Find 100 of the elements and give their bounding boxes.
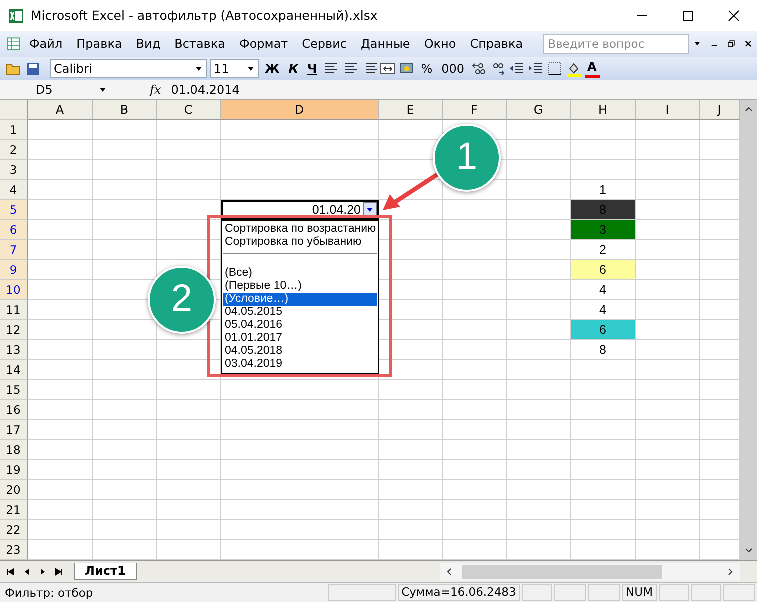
menu-item[interactable]: Данные	[361, 37, 410, 52]
table-cell: 6	[571, 260, 636, 280]
column-header[interactable]: A	[28, 100, 93, 120]
dropdown-arrow-icon[interactable]	[694, 40, 702, 48]
row-header[interactable]: 15	[0, 380, 28, 400]
column-header[interactable]: E	[379, 100, 443, 120]
percent-button[interactable]: %	[418, 58, 436, 79]
status-panel	[691, 584, 722, 602]
dropdown-arrow-icon	[366, 206, 374, 214]
status-panel	[588, 584, 620, 602]
column-header[interactable]: G	[507, 100, 571, 120]
column-header[interactable]: C	[157, 100, 221, 120]
step-marker: 2	[148, 266, 216, 334]
row-header[interactable]: 9	[0, 260, 28, 280]
row-header[interactable]: 21	[0, 500, 28, 520]
row-header[interactable]: 12	[0, 320, 28, 340]
close-icon[interactable]	[728, 10, 740, 22]
dropdown-item[interactable]: 04.05.2015	[223, 306, 377, 319]
increase-decimal-icon[interactable]	[470, 60, 487, 77]
save-icon[interactable]	[25, 60, 41, 77]
table-cell: 4	[571, 280, 636, 300]
dropdown-item[interactable]: 05.04.2016	[223, 318, 377, 332]
num-lock-indicator: NUM	[622, 584, 657, 602]
menu-item[interactable]: Окно	[424, 37, 456, 52]
status-panel	[522, 584, 552, 602]
row-header[interactable]: 7	[0, 240, 28, 260]
maximize-icon[interactable]	[682, 10, 694, 22]
column-header[interactable]: B	[93, 100, 157, 120]
row-header[interactable]: 11	[0, 300, 28, 320]
row-header[interactable]: 5	[0, 200, 28, 220]
status-panel	[659, 584, 690, 602]
column-header[interactable]: J	[700, 100, 740, 120]
excel-logo-icon	[8, 8, 24, 24]
status-panel	[554, 584, 586, 602]
row-header[interactable]: 4	[0, 180, 28, 200]
dropdown-item[interactable]: Сортировка по убыванию	[223, 236, 377, 249]
row-header[interactable]: 13	[0, 340, 28, 360]
fill-color-icon[interactable]	[566, 60, 582, 77]
close-icon[interactable]	[745, 40, 752, 48]
column-header[interactable]: D	[221, 100, 379, 120]
column-header[interactable]: I	[636, 100, 700, 120]
row-header[interactable]: 16	[0, 400, 28, 420]
column-header[interactable]: H	[571, 100, 636, 120]
font-name-field[interactable]: Calibri	[50, 59, 207, 78]
first-sheet-icon[interactable]	[6, 566, 16, 577]
row-header[interactable]: 1	[0, 120, 28, 140]
table-cell: 3	[571, 220, 636, 240]
help-search-field[interactable]: Введите вопрос	[543, 34, 690, 54]
vertical-scrollbar[interactable]	[740, 100, 757, 560]
menu-item[interactable]: Файл	[29, 37, 63, 52]
row-header[interactable]: 10	[0, 280, 28, 300]
status-panel	[328, 584, 396, 602]
row-header[interactable]: 17	[0, 420, 28, 440]
italic-button[interactable]: К	[286, 58, 302, 79]
workbook-icon[interactable]	[6, 35, 22, 54]
last-sheet-icon[interactable]	[54, 566, 64, 577]
table-cell: 8	[571, 340, 636, 360]
menu-item[interactable]: Сервис	[302, 37, 348, 52]
thousands-button[interactable]: 000	[438, 58, 468, 79]
menu-item[interactable]: Формат	[239, 37, 288, 52]
status-text: Фильтр: отбор	[4, 586, 94, 600]
dropdown-item[interactable]: 04.05.2018	[223, 344, 377, 358]
sheet-tab[interactable]: Лист1	[74, 563, 137, 580]
dropdown-item[interactable]: (Все)	[223, 266, 377, 280]
table-cell: 4	[571, 300, 636, 320]
row-header[interactable]: 20	[0, 480, 28, 500]
menu-item[interactable]: Вставка	[174, 37, 226, 52]
dropdown-arrow-icon[interactable]	[247, 64, 255, 73]
row-header[interactable]: 2	[0, 140, 28, 160]
merge-cells-icon[interactable]	[380, 60, 396, 77]
table-cell: 1	[571, 180, 636, 200]
row-header[interactable]: 22	[0, 520, 28, 540]
dropdown-item[interactable]: (Первые 10…)	[223, 280, 377, 293]
dropdown-arrow-icon[interactable]	[99, 86, 107, 94]
row-header[interactable]: 18	[0, 440, 28, 460]
menu-item[interactable]: Справка	[470, 37, 524, 52]
step-marker: 1	[433, 124, 501, 192]
function-label[interactable]: fx	[150, 82, 162, 97]
horizontal-scrollbar[interactable]	[440, 562, 740, 581]
row-header[interactable]: 19	[0, 460, 28, 480]
window-title: Microsoft Excel - автофильтр (Автосохраненный).xlsx	[31, 8, 379, 24]
row-header[interactable]: 14	[0, 360, 28, 380]
dropdown-item[interactable]: (Условие…)	[223, 292, 377, 306]
column-header[interactable]: F	[443, 100, 507, 120]
menu-item[interactable]: Правка	[76, 37, 122, 52]
row-header[interactable]: 6	[0, 220, 28, 240]
dropdown-arrow-icon[interactable]	[195, 64, 203, 73]
row-header[interactable]: 3	[0, 160, 28, 180]
table-cell: 2	[571, 240, 636, 260]
bold-button[interactable]: Ж	[262, 58, 283, 79]
restore-icon[interactable]	[728, 40, 736, 48]
formula-field[interactable]: 01.04.2014	[171, 82, 240, 97]
dropdown-item[interactable]: 03.04.2019	[223, 358, 377, 371]
row-header[interactable]: 23	[0, 540, 28, 560]
font-size-field[interactable]: 11	[210, 59, 259, 78]
menu-item[interactable]: Вид	[136, 37, 161, 52]
borders-icon[interactable]	[546, 60, 563, 77]
dropdown-item[interactable]: 01.01.2017	[223, 332, 377, 345]
underline-button[interactable]: Ч	[304, 58, 320, 79]
dropdown-item[interactable]: Сортировка по возрастанию	[223, 222, 377, 236]
